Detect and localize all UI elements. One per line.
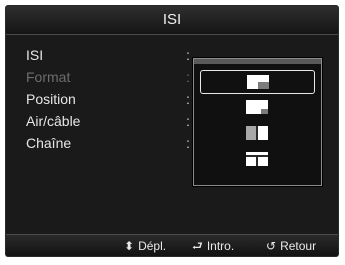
help-enter: ⮐ Intro.: [192, 235, 234, 256]
popup-header-bar: [194, 59, 321, 64]
menu-row-label: Format: [26, 69, 71, 85]
menu-row-chaine[interactable]: Chaîne :: [6, 132, 206, 154]
help-bar: ⬍ Dépl. ⮐ Intro. ↺ Retour: [6, 234, 338, 256]
help-return: ↺ Retour: [266, 235, 316, 256]
menu-row-label: ISI: [26, 47, 44, 63]
menu-row-isi[interactable]: ISI :: [6, 44, 206, 66]
position-option-1[interactable]: [200, 70, 315, 94]
position-option-4[interactable]: [200, 148, 313, 170]
split-screen-vertical-icon: [246, 126, 268, 140]
menu-row-label: Chaîne: [26, 135, 72, 151]
menu-row-value: :: [186, 135, 190, 151]
return-icon: ↺: [266, 239, 277, 253]
help-move: ⬍ Dépl.: [124, 235, 166, 256]
help-move-label: Dépl.: [138, 239, 167, 253]
menu-row-value: :: [186, 113, 190, 129]
menu-row-air-cable[interactable]: Air/câble :: [6, 110, 206, 132]
menu-title: ISI: [6, 6, 338, 35]
menu-row-label: Position: [26, 91, 76, 107]
split-screen-horizontal-icon: [246, 152, 268, 166]
menu-row-position[interactable]: Position :: [6, 88, 206, 110]
pip-small-corner-icon: [246, 100, 268, 114]
enter-icon: ⮐: [192, 239, 203, 253]
isi-osd-menu: ISI ISI : Format : Position : Air/câble …: [6, 6, 338, 256]
menu-row-label: Air/câble: [26, 113, 81, 129]
pip-bottom-right-icon: [247, 75, 269, 89]
position-option-3[interactable]: [200, 122, 313, 144]
menu-row-format: Format :: [6, 66, 206, 88]
menu-row-value: :: [186, 47, 190, 63]
up-down-arrows-icon: ⬍: [124, 239, 135, 253]
position-option-2[interactable]: [200, 96, 313, 118]
help-enter-label: Intro.: [206, 239, 235, 253]
position-options-popup: [193, 58, 322, 186]
menu-row-value: :: [186, 91, 190, 107]
menu-row-value: :: [186, 69, 190, 85]
help-return-label: Retour: [280, 239, 317, 253]
